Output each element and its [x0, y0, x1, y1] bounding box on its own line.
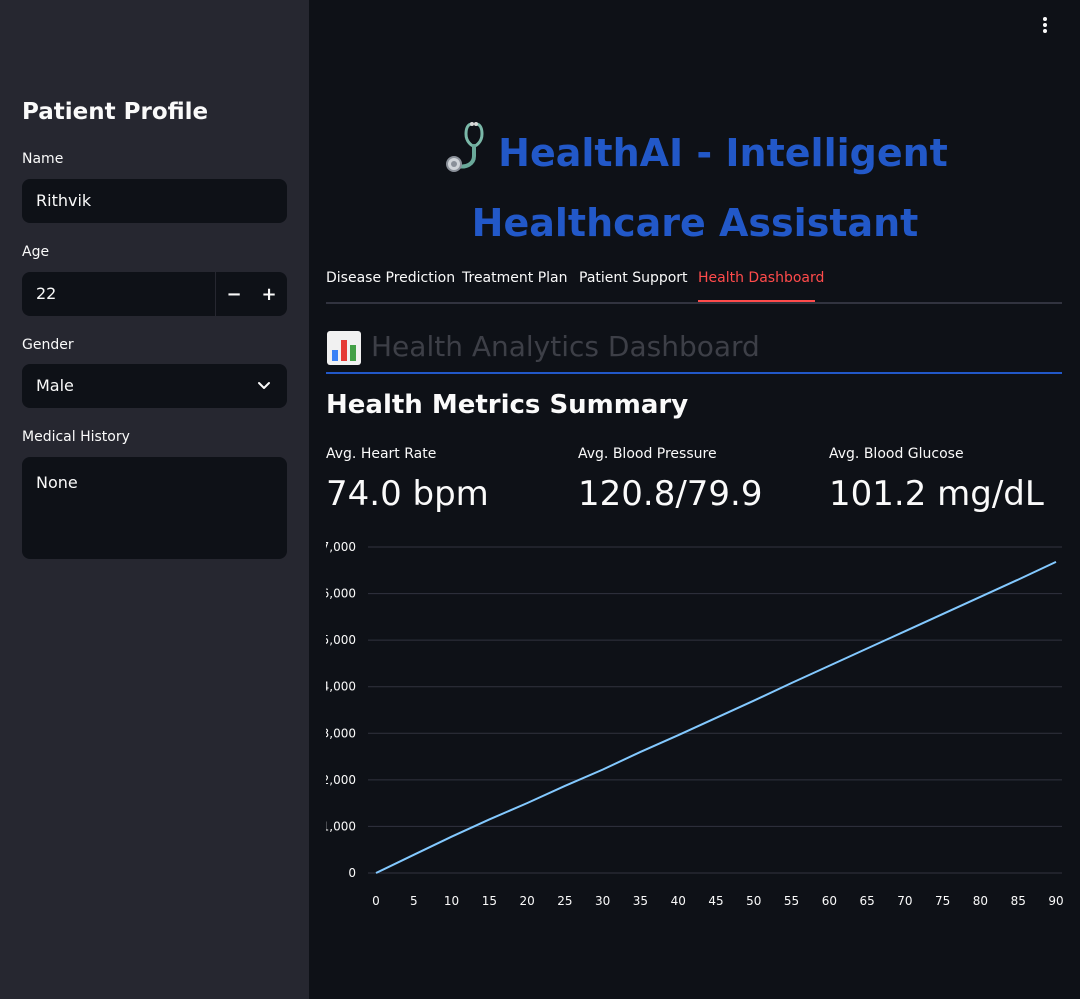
x-tick-label: 30	[595, 894, 610, 908]
medical-history-label: Medical History	[22, 429, 130, 445]
name-input[interactable]: Rithvik	[22, 179, 287, 223]
summary-heading: Health Metrics Summary	[326, 390, 689, 420]
bar-chart-icon	[327, 331, 361, 365]
y-tick-label: 2,000	[326, 773, 356, 787]
page-title: HealthAI - Intelligent Healthcare Assist…	[330, 118, 1060, 258]
dashboard-header: Health Analytics Dashboard	[326, 326, 1062, 374]
x-tick-label: 85	[1011, 894, 1026, 908]
medical-history-textarea[interactable]: None	[22, 457, 287, 559]
tab-bar: Disease Prediction Treatment Plan Patien…	[326, 262, 1062, 304]
y-tick-label: 4,000	[326, 680, 356, 694]
page-title-text: HealthAI - Intelligent Healthcare Assist…	[471, 131, 948, 245]
line-chart-svg: 0 1,000 2,000 3,000 4,000 5,000 6,000 7,000 0 5 10…	[322, 540, 1064, 908]
x-tick-label: 5	[410, 894, 418, 908]
y-tick-label: 7,000	[326, 540, 356, 554]
x-tick-label: 55	[784, 894, 799, 908]
age-label: Age	[22, 244, 50, 260]
line-chart[interactable]: 0 1,000 2,000 3,000 4,000 5,000 6,000 7,000 0 5 10…	[322, 535, 1066, 915]
sidebar: Patient Profile Name Rithvik Age 22 − + …	[0, 0, 309, 999]
x-tick-label: 60	[822, 894, 837, 908]
gender-label: Gender	[22, 337, 74, 353]
dashboard-title: Health Analytics Dashboard	[371, 330, 760, 363]
metric-blood-pressure: Avg. Blood Pressure 120.8/79.9	[578, 446, 763, 514]
active-tab-indicator	[698, 300, 815, 302]
tab-treatment-plan[interactable]: Treatment Plan	[462, 270, 567, 286]
y-tick-label: 3,000	[326, 726, 356, 740]
name-value: Rithvik	[36, 191, 92, 210]
tab-disease-prediction[interactable]: Disease Prediction	[326, 270, 455, 286]
x-tick-label: 35	[633, 894, 648, 908]
metric-blood-glucose: Avg. Blood Glucose 101.2 mg/dL	[829, 446, 1044, 514]
metric-value: 74.0 bpm	[326, 474, 489, 514]
x-tick-label: 70	[897, 894, 912, 908]
x-tick-label: 20	[519, 894, 534, 908]
y-tick-label: 0	[348, 866, 356, 880]
name-label: Name	[22, 151, 64, 167]
age-decrement-button[interactable]: −	[216, 272, 252, 316]
x-tick-label: 50	[746, 894, 761, 908]
x-tick-label: 45	[708, 894, 723, 908]
metric-label: Avg. Blood Pressure	[578, 446, 717, 462]
age-number-input[interactable]: 22 − +	[22, 272, 287, 316]
gender-value: Male	[36, 376, 74, 395]
metric-value: 101.2 mg/dL	[829, 474, 1044, 514]
x-tick-label: 15	[482, 894, 497, 908]
more-vertical-icon[interactable]	[1036, 15, 1054, 35]
y-tick-label: 5,000	[326, 633, 356, 647]
stethoscope-icon	[446, 122, 484, 172]
tab-health-dashboard[interactable]: Health Dashboard	[698, 270, 824, 286]
x-tick-label: 75	[935, 894, 950, 908]
age-increment-button[interactable]: +	[251, 272, 287, 316]
x-tick-label: 25	[557, 894, 572, 908]
sidebar-title: Patient Profile	[22, 99, 209, 125]
y-tick-label: 1,000	[326, 819, 356, 833]
tab-patient-support[interactable]: Patient Support	[579, 270, 688, 286]
gender-select[interactable]: Male	[22, 364, 287, 408]
medical-history-value: None	[36, 473, 78, 492]
x-tick-label: 40	[671, 894, 686, 908]
y-tick-label: 6,000	[326, 587, 356, 601]
x-tick-label: 90	[1048, 894, 1063, 908]
x-tick-label: 0	[372, 894, 380, 908]
x-tick-label: 65	[859, 894, 874, 908]
chevron-down-icon	[258, 382, 270, 389]
metric-label: Avg. Heart Rate	[326, 446, 437, 462]
x-tick-label: 10	[444, 894, 459, 908]
metric-heart-rate: Avg. Heart Rate 74.0 bpm	[326, 446, 489, 514]
metric-label: Avg. Blood Glucose	[829, 446, 964, 462]
age-value: 22	[36, 284, 57, 303]
x-tick-label: 80	[973, 894, 988, 908]
metric-value: 120.8/79.9	[578, 474, 763, 514]
